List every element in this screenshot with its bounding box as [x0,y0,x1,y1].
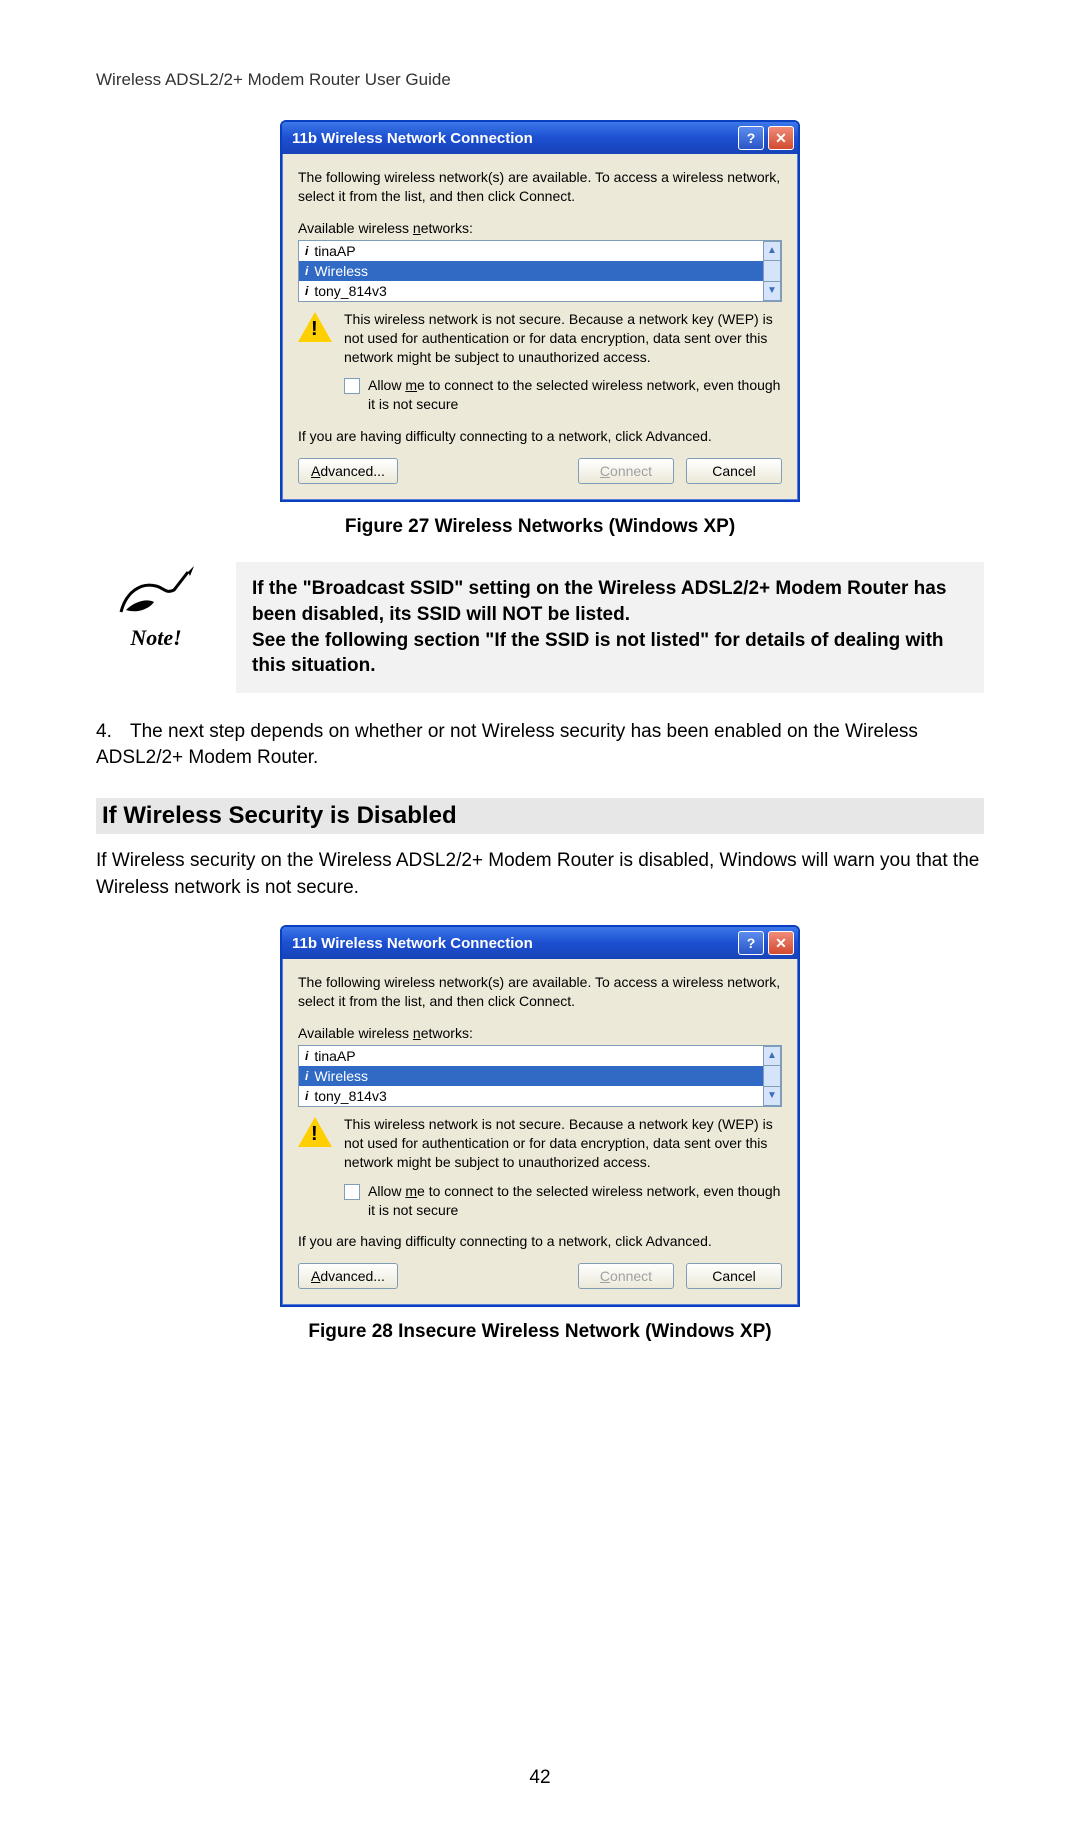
available-label: Available wireless networks: [298,220,782,236]
cancel-button[interactable]: Cancel [686,458,782,484]
network-listbox[interactable]: i tinaAP i Wireless i tony_814v3 [298,1045,782,1107]
list-item-label: Wireless [314,1068,368,1084]
scroll-down-icon[interactable]: ▼ [763,281,781,301]
dialog-intro: The following wireless network(s) are av… [298,168,782,206]
scroll-thumb[interactable] [763,261,781,281]
list-item-label: tinaAP [314,1048,355,1064]
note-text: If the "Broadcast SSID" setting on the W… [236,562,984,693]
warning-icon [298,310,332,344]
figure-28-caption: Figure 28 Insecure Wireless Network (Win… [96,1321,984,1343]
scroll-thumb[interactable] [763,1066,781,1086]
allow-checkbox[interactable] [344,378,360,394]
list-item[interactable]: i tinaAP [299,241,763,261]
signal-icon: i [305,1089,308,1103]
connect-button[interactable]: Connect [578,1263,674,1289]
list-item[interactable]: i Wireless [299,1066,763,1086]
list-item[interactable]: i tinaAP [299,1046,763,1066]
signal-icon: i [305,1049,308,1063]
titlebar: 11b Wireless Network Connection ? ✕ [282,122,798,154]
signal-icon: i [305,1069,308,1083]
hand-writing-icon [116,562,196,618]
close-button[interactable]: ✕ [768,931,794,955]
warning-text: This wireless network is not secure. Bec… [344,1115,782,1172]
list-item-label: Wireless [314,263,368,279]
note-block: Note! If the "Broadcast SSID" setting on… [96,562,984,693]
doc-header: Wireless ADSL2/2+ Modem Router User Guid… [96,70,984,90]
note-label: Note! [96,625,216,651]
list-item-label: tony_814v3 [314,1088,386,1104]
scroll-up-icon[interactable]: ▲ [763,241,781,261]
signal-icon: i [305,264,308,278]
cancel-button[interactable]: Cancel [686,1263,782,1289]
difficulty-text: If you are having difficulty connecting … [298,428,782,444]
available-label: Available wireless networks: [298,1025,782,1041]
allow-checkbox[interactable] [344,1184,360,1200]
warning-text: This wireless network is not secure. Bec… [344,310,782,367]
dialog-title: 11b Wireless Network Connection [292,130,533,147]
difficulty-text: If you are having difficulty connecting … [298,1233,782,1249]
scrollbar[interactable]: ▲ ▼ [763,241,781,301]
signal-icon: i [305,284,308,298]
dialog-1: 11b Wireless Network Connection ? ✕ The … [280,120,800,502]
list-item[interactable]: i tony_814v3 [299,1086,763,1106]
signal-icon: i [305,244,308,258]
list-item-label: tinaAP [314,243,355,259]
scrollbar[interactable]: ▲ ▼ [763,1046,781,1106]
dialog-title: 11b Wireless Network Connection [292,935,533,952]
network-listbox[interactable]: i tinaAP i Wireless i tony_814v3 [298,240,782,302]
scroll-down-icon[interactable]: ▼ [763,1086,781,1106]
scroll-up-icon[interactable]: ▲ [763,1046,781,1066]
allow-label: Allow me to connect to the selected wire… [368,376,782,414]
list-item-label: tony_814v3 [314,283,386,299]
step-4: 4.The next step depends on whether or no… [96,719,984,772]
list-item[interactable]: i tony_814v3 [299,281,763,301]
titlebar: 11b Wireless Network Connection ? ✕ [282,927,798,959]
section-body: If Wireless security on the Wireless ADS… [96,848,984,901]
close-button[interactable]: ✕ [768,126,794,150]
connect-button[interactable]: Connect [578,458,674,484]
dialog-2: 11b Wireless Network Connection ? ✕ The … [280,925,800,1307]
allow-label: Allow me to connect to the selected wire… [368,1182,782,1220]
figure-27-caption: Figure 27 Wireless Networks (Windows XP) [96,516,984,538]
help-button[interactable]: ? [738,126,764,150]
list-item[interactable]: i Wireless [299,261,763,281]
section-heading: If Wireless Security is Disabled [96,798,984,834]
page-number: 42 [0,1767,1080,1789]
advanced-button[interactable]: Advanced... [298,458,398,484]
help-button[interactable]: ? [738,931,764,955]
warning-icon [298,1115,332,1149]
step-number: 4. [96,719,130,746]
dialog-intro: The following wireless network(s) are av… [298,973,782,1011]
advanced-button[interactable]: Advanced... [298,1263,398,1289]
